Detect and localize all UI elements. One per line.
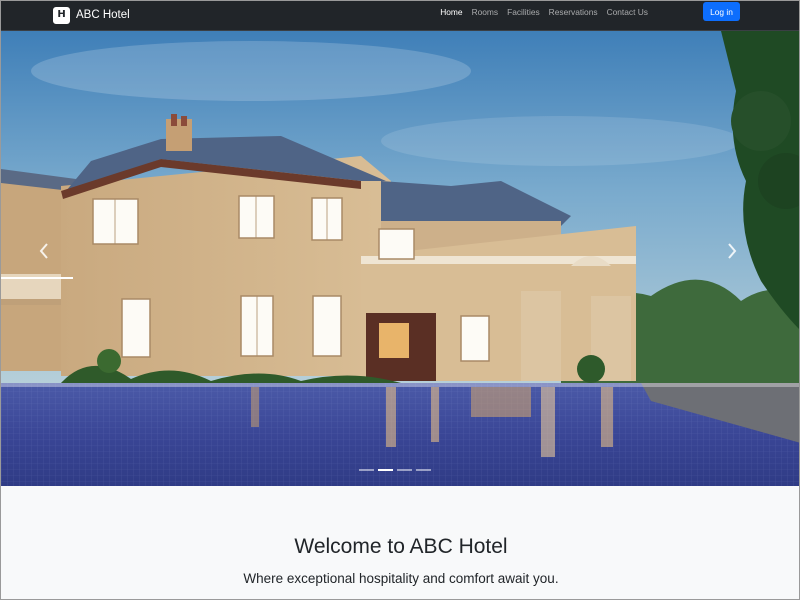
carousel-prev-button[interactable] (37, 241, 67, 281)
hotel-hero-image (1, 31, 799, 486)
chevron-left-icon (39, 243, 48, 259)
brand-name: ABC Hotel (76, 9, 130, 21)
welcome-subtitle: Where exceptional hospitality and comfor… (243, 571, 559, 586)
nav-link-facilities[interactable]: Facilities (507, 7, 540, 17)
brand[interactable]: H ABC Hotel (53, 4, 130, 26)
login-button[interactable]: Log in (703, 2, 740, 21)
carousel-indicator-1[interactable] (359, 469, 374, 471)
carousel-next-button[interactable] (725, 241, 755, 281)
hero-carousel (1, 31, 799, 486)
browser-viewport: H ABC Hotel Home Rooms Facilities Reserv… (0, 0, 800, 600)
carousel-indicator-3[interactable] (397, 469, 412, 471)
carousel-indicator-2[interactable] (378, 469, 393, 471)
welcome-section: Welcome to ABC Hotel Where exceptional h… (1, 486, 799, 599)
nav-link-home[interactable]: Home (440, 7, 462, 17)
brand-logo-letter: H (57, 9, 66, 20)
navbar: H ABC Hotel Home Rooms Facilities Reserv… (1, 1, 799, 31)
nav-link-rooms[interactable]: Rooms (472, 7, 499, 17)
carousel-indicators (359, 469, 431, 471)
hotel-logo-icon: H (53, 6, 70, 24)
chevron-right-icon (728, 243, 737, 259)
carousel-indicator-4[interactable] (416, 469, 431, 471)
nav-links: Home Rooms Facilities Reservations Conta… (440, 1, 648, 23)
welcome-title: Welcome to ABC Hotel (294, 535, 508, 558)
nav-link-reservations[interactable]: Reservations (549, 7, 598, 17)
nav-link-contact-us[interactable]: Contact Us (607, 7, 648, 17)
